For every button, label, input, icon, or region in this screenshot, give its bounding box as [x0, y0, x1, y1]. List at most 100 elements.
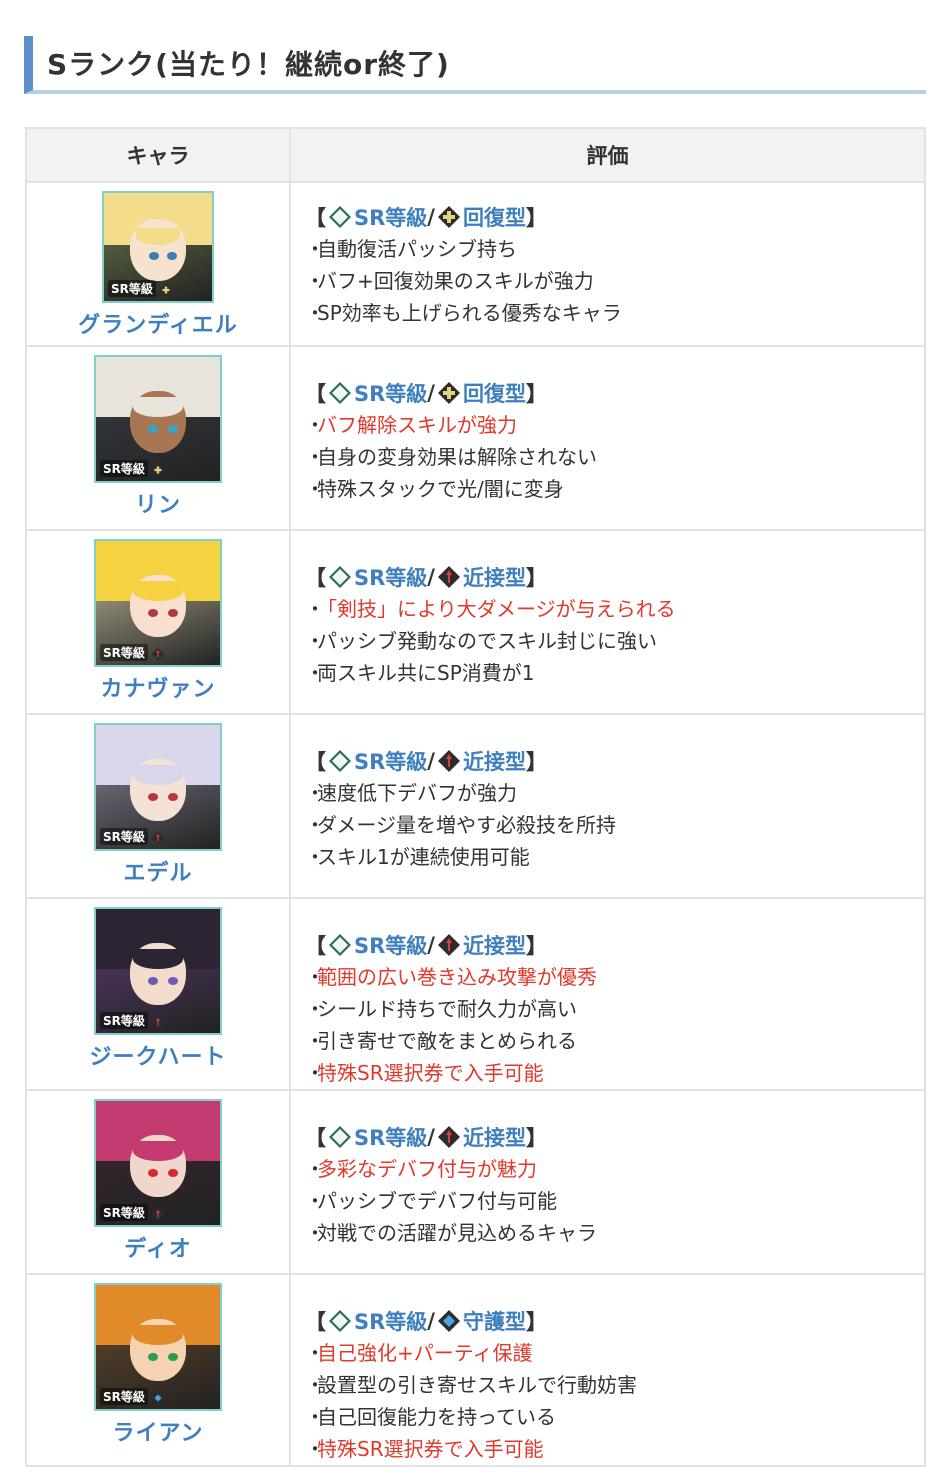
evaluation-point: ・SP効率も上げられる優秀なキャラ	[305, 297, 924, 329]
character-cell: SR等級グランディエル	[25, 181, 291, 347]
character-name-link[interactable]: ジークハート	[27, 1039, 289, 1071]
sr-grade-icon	[328, 933, 352, 957]
table-row: SR等級ディオ【SR等級 / 近接型】・多彩なデバフ付与が魅力 ・パッシブでデバフ付与…	[25, 1089, 926, 1275]
melee-type-icon	[437, 749, 461, 773]
bracket-open: 【	[305, 750, 326, 774]
portrait-fringe	[133, 396, 183, 417]
bracket-open: 【	[305, 206, 326, 230]
character-portrait[interactable]: SR等級	[94, 907, 222, 1035]
melee-type-icon	[437, 565, 461, 589]
tag-separator: /	[427, 205, 435, 229]
type-link[interactable]: 近接型	[463, 746, 526, 776]
evaluation-point: ・自動復活パッシブ持ち	[305, 233, 924, 265]
melee-type-icon	[437, 1125, 461, 1149]
bullet-dot: ・	[305, 1373, 325, 1397]
rarity-link[interactable]: SR等級	[354, 202, 427, 232]
tag-separator: /	[427, 749, 435, 773]
character-portrait[interactable]: SR等級	[102, 191, 214, 303]
heal-type-icon	[159, 282, 173, 296]
bullet-dot: ・	[305, 997, 325, 1021]
tag-separator: /	[427, 381, 435, 405]
rarity-link[interactable]: SR等級	[354, 378, 427, 408]
type-link[interactable]: 回復型	[463, 202, 526, 232]
portrait-badge: SR等級	[100, 644, 165, 661]
portrait-fringe	[133, 580, 183, 601]
class-tagline: 【 SR等級 / 近接型】	[305, 929, 924, 961]
bracket-close: 】	[525, 750, 547, 774]
section-heading-text: Sランク(当たり！継続or終了)	[47, 48, 450, 81]
bullet-dot: ・	[305, 1437, 325, 1461]
character-name-link[interactable]: グランディエル	[27, 307, 289, 339]
bracket-open: 【	[305, 566, 326, 590]
bullet-dot: ・	[305, 237, 325, 261]
section-heading: Sランク(当たり！継続or終了)	[24, 36, 926, 94]
evaluation-point: ・対戦での活躍が見込めるキャラ	[305, 1217, 924, 1249]
evaluation-text: 「剣技」により大ダメージが与えられる	[317, 597, 676, 621]
character-portrait[interactable]: SR等級	[94, 539, 222, 667]
tag-separator: /	[427, 933, 435, 957]
sr-rarity-badge: SR等級	[100, 644, 148, 661]
rarity-link[interactable]: SR等級	[354, 746, 427, 776]
type-link[interactable]: 近接型	[463, 562, 526, 592]
guard-type-icon	[151, 1390, 165, 1404]
portrait-badge: SR等級	[108, 280, 173, 297]
type-link[interactable]: 近接型	[463, 930, 526, 960]
evaluation-point: ・シールド持ちで耐久力が高い	[305, 993, 924, 1025]
rarity-link[interactable]: SR等級	[354, 1306, 427, 1336]
character-portrait[interactable]: SR等級	[94, 723, 222, 851]
evaluation-text: 特殊SR選択券で入手可能	[317, 1061, 544, 1085]
character-name-link[interactable]: エデル	[27, 855, 289, 887]
bracket-close: 】	[525, 382, 547, 406]
bullet-dot: ・	[305, 965, 325, 989]
tag-separator: /	[427, 1309, 435, 1333]
evaluation-text: ダメージ量を増やす必殺技を所持	[317, 813, 616, 837]
character-name-link[interactable]: ディオ	[27, 1231, 289, 1263]
character-portrait[interactable]: SR等級	[94, 355, 222, 483]
evaluation-text: 両スキル共にSP消費が1	[317, 661, 535, 685]
evaluation-point: ・自己強化+パーティ保護	[305, 1337, 924, 1369]
type-link[interactable]: 守護型	[463, 1306, 526, 1336]
portrait-badge: SR等級	[100, 1388, 165, 1405]
evaluation-cell: 【SR等級 / 近接型】・多彩なデバフ付与が魅力 ・パッシブでデバフ付与可能 ・対戦での…	[289, 1089, 926, 1275]
tag-separator: /	[427, 565, 435, 589]
character-portrait[interactable]: SR等級	[94, 1099, 222, 1227]
character-name-link[interactable]: リン	[27, 487, 289, 519]
evaluation-point: ・引き寄せで敵をまとめられる	[305, 1025, 924, 1057]
heal-type-icon	[437, 205, 461, 229]
portrait-fringe	[136, 227, 180, 245]
type-link[interactable]: 近接型	[463, 1122, 526, 1152]
table-row: SR等級 ライアン【SR等級 / 守護型】・自己強化+パーティ保護 ・設置型の引き寄せス…	[25, 1273, 926, 1467]
character-name-link[interactable]: ライアン	[27, 1415, 289, 1447]
evaluation-text: 引き寄せで敵をまとめられる	[317, 1029, 577, 1053]
evaluation-point: ・特殊SR選択券で入手可能	[305, 1433, 924, 1465]
melee-type-icon	[151, 646, 165, 660]
evaluation-point: ・多彩なデバフ付与が魅力	[305, 1153, 924, 1185]
rarity-link[interactable]: SR等級	[354, 1122, 427, 1152]
portrait-badge: SR等級	[100, 828, 165, 845]
rarity-link[interactable]: SR等級	[354, 562, 427, 592]
bullet-dot: ・	[305, 1341, 325, 1365]
evaluation-cell: 【SR等級 / 近接型】・速度低下デバフが強力 ・ダメージ量を増やす必殺技を所持 ・スキ…	[289, 713, 926, 899]
evaluation-text: バフ解除スキルが強力	[317, 413, 517, 437]
sr-grade-icon	[328, 749, 352, 773]
bracket-close: 】	[525, 934, 547, 958]
evaluation-text: スキル1が連続使用可能	[317, 845, 530, 869]
sr-grade-icon	[328, 565, 352, 589]
bullet-dot: ・	[305, 781, 325, 805]
character-name-link[interactable]: カナヴァン	[27, 671, 289, 703]
evaluation-cell: 【SR等級 / 近接型】・「剣技」により大ダメージが与えられる ・パッシブ発動なのでス…	[289, 529, 926, 715]
evaluation-point: ・スキル1が連続使用可能	[305, 841, 924, 873]
evaluation-text: シールド持ちで耐久力が高い	[317, 997, 577, 1021]
evaluation-text: パッシブ発動なのでスキル封じに強い	[317, 629, 657, 653]
type-link[interactable]: 回復型	[463, 378, 526, 408]
character-portrait[interactable]: SR等級	[94, 1283, 222, 1411]
evaluation-text: 範囲の広い巻き込み攻撃が優秀	[317, 965, 597, 989]
rarity-link[interactable]: SR等級	[354, 930, 427, 960]
evaluation-point: ・範囲の広い巻き込み攻撃が優秀	[305, 961, 924, 993]
evaluation-point: ・両スキル共にSP消費が1	[305, 657, 924, 689]
character-cell: SR等級ライアン	[25, 1273, 291, 1467]
evaluation-text: SP効率も上げられる優秀なキャラ	[317, 301, 622, 325]
header-character: キャラ	[25, 127, 291, 183]
evaluation-cell: 【SR等級 / 守護型】・自己強化+パーティ保護 ・設置型の引き寄せスキルで行動妨害・…	[289, 1273, 926, 1467]
melee-type-icon	[151, 1206, 165, 1220]
